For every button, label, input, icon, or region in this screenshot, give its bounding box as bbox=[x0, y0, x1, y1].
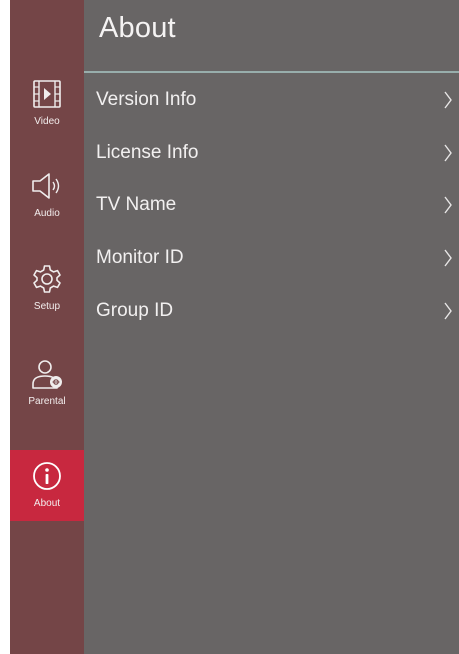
sidebar-item-video[interactable]: Video bbox=[10, 68, 84, 140]
page-title: About bbox=[99, 12, 176, 44]
speaker-icon bbox=[27, 166, 67, 206]
menu-item-group-id[interactable]: Group ID bbox=[84, 289, 459, 333]
parental-user-icon bbox=[27, 354, 67, 394]
sidebar-item-label: Setup bbox=[33, 301, 61, 312]
tv-settings-screen: Video Audio Setup Parental About About V… bbox=[10, 0, 459, 654]
menu-item-label: License Info bbox=[96, 142, 199, 163]
gear-icon bbox=[27, 259, 67, 299]
sidebar-item-label: Parental bbox=[28, 396, 66, 407]
menu-item-version-info[interactable]: Version Info bbox=[84, 78, 459, 122]
chevron-right-icon bbox=[444, 302, 452, 320]
sidebar-item-label: Audio bbox=[34, 208, 60, 219]
menu-item-license-info[interactable]: License Info bbox=[84, 131, 459, 175]
header-divider bbox=[84, 71, 459, 73]
main-content: About Version Info License Info TV Name … bbox=[84, 0, 459, 654]
sidebar-item-about[interactable]: About bbox=[10, 450, 84, 521]
menu-item-label: TV Name bbox=[96, 194, 177, 215]
chevron-right-icon bbox=[444, 196, 452, 214]
menu-item-label: Monitor ID bbox=[96, 247, 184, 268]
sidebar-item-parental[interactable]: Parental bbox=[10, 348, 84, 420]
menu-item-label: Version Info bbox=[96, 89, 197, 110]
menu-item-monitor-id[interactable]: Monitor ID bbox=[84, 236, 459, 280]
chevron-right-icon bbox=[444, 91, 452, 109]
chevron-right-icon bbox=[444, 144, 452, 162]
sidebar-item-audio[interactable]: Audio bbox=[10, 160, 84, 232]
info-icon bbox=[27, 456, 67, 496]
sidebar-item-label: Video bbox=[34, 116, 60, 127]
sidebar: Video Audio Setup Parental About bbox=[10, 0, 84, 654]
sidebar-item-setup[interactable]: Setup bbox=[10, 253, 84, 325]
chevron-right-icon bbox=[444, 249, 452, 267]
video-icon bbox=[27, 74, 67, 114]
menu-item-label: Group ID bbox=[96, 300, 174, 321]
sidebar-item-label: About bbox=[33, 498, 61, 509]
menu-item-tv-name[interactable]: TV Name bbox=[84, 183, 459, 227]
